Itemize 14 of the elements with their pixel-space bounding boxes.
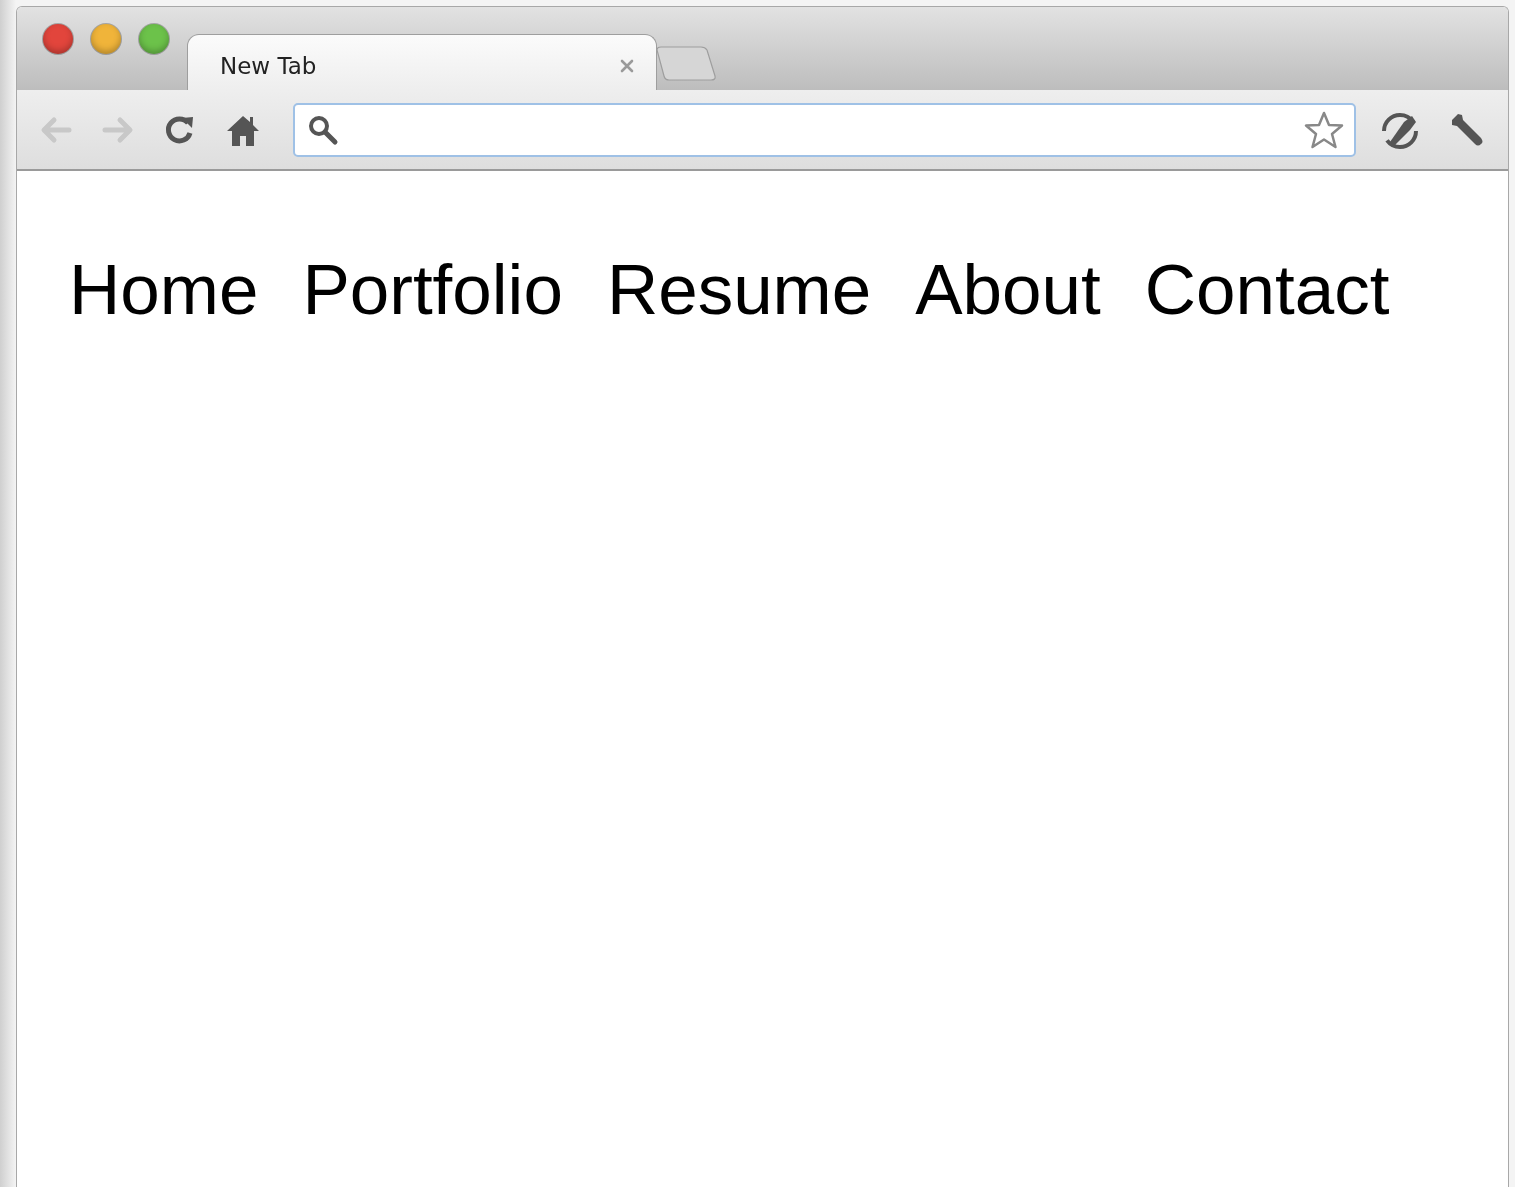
browser-tab[interactable]: New Tab (187, 34, 657, 90)
star-icon[interactable] (1304, 110, 1344, 149)
window-control-button[interactable] (139, 24, 169, 54)
nav-link[interactable]: Resume (606, 249, 872, 331)
nav-link[interactable]: About (915, 249, 1101, 331)
nav-link[interactable]: Contact (1144, 249, 1390, 331)
new-tab-button[interactable] (655, 46, 717, 82)
nav-link[interactable]: Home (69, 249, 259, 331)
search-icon (307, 113, 339, 146)
address-bar[interactable] (293, 102, 1356, 157)
window-control-button[interactable] (91, 24, 121, 54)
window-control-button[interactable] (43, 24, 73, 54)
nav-link[interactable]: Portfolio (302, 249, 563, 331)
close-icon[interactable] (620, 58, 634, 73)
